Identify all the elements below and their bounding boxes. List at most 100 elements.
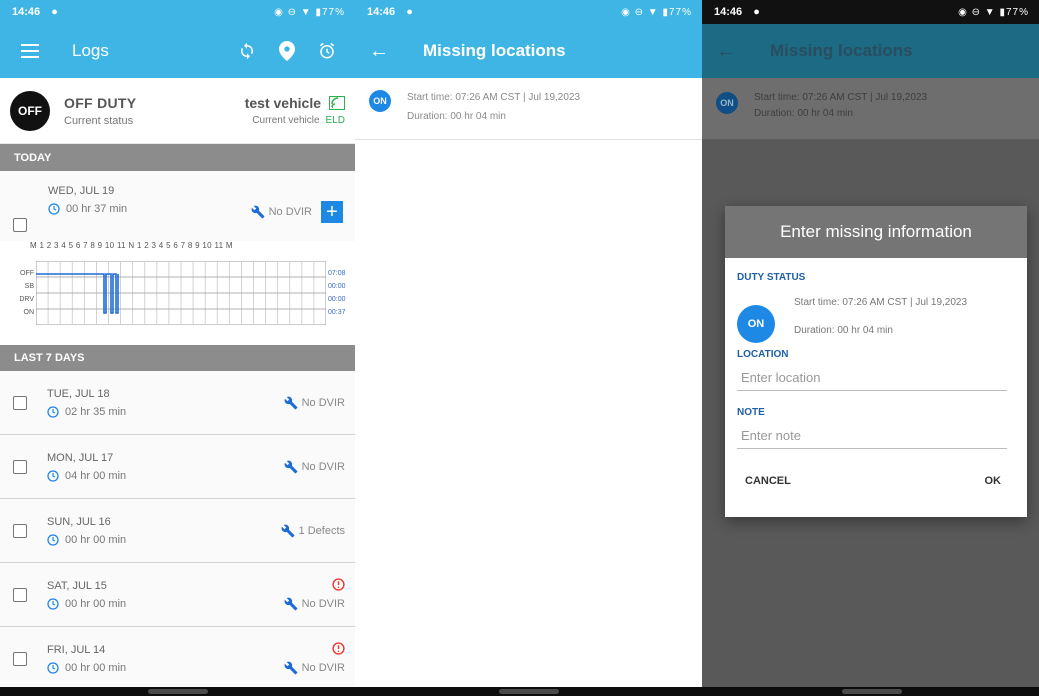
dialog-start-time: Start time: 07:26 AM CST | Jul 19,2023 [794, 297, 968, 308]
day-checkbox[interactable] [13, 459, 27, 474]
current-vehicle-value: test vehicle [244, 95, 321, 111]
grid-row-total: 00:00 [328, 296, 346, 303]
day-checkbox[interactable] [13, 523, 27, 538]
list-item[interactable]: FRI, JUL 14 00 hr 00 min No DVIR [0, 627, 355, 691]
status-bar: 14:46 ● ◉ ⊖ ▼ ▮77% [702, 0, 1039, 24]
day-log-list: TUE, JUL 18 02 hr 35 min No DVIR MON, JUL 1… [0, 371, 355, 691]
system-nav-bar [702, 687, 1039, 696]
today-checkbox[interactable] [13, 218, 27, 232]
list-item[interactable]: TUE, JUL 18 02 hr 35 min No DVIR [0, 371, 355, 435]
grid-row-total: 00:00 [328, 283, 346, 290]
location-input[interactable] [737, 364, 1007, 391]
missing-app-bar: ← Missing locations [355, 24, 702, 78]
day-date: MON, JUL 17 [47, 451, 114, 464]
day-duration: 00 hr 00 min [65, 597, 127, 610]
day-dvir[interactable]: No DVIR [284, 460, 345, 474]
back-arrow-icon: ← [716, 39, 736, 62]
today-dvir-text: No DVIR [268, 206, 312, 218]
status-time: 14:46 [714, 6, 743, 18]
day-date: SUN, JUL 16 [47, 515, 111, 528]
today-dvir[interactable]: No DVIR [251, 205, 312, 219]
page-title: Missing locations [423, 41, 566, 60]
home-indicator[interactable] [148, 689, 208, 694]
day-date: TUE, JUL 18 [47, 387, 110, 400]
grid-row-label: SB [24, 283, 34, 290]
day-duration: 00 hr 00 min [65, 661, 127, 674]
page-title: Missing locations [770, 41, 913, 60]
list-item[interactable]: SAT, JUL 15 00 hr 00 min No DVIR [0, 563, 355, 627]
duty-status-badge[interactable]: OFF [10, 90, 50, 131]
list-item[interactable]: MON, JUL 17 04 hr 00 min No DVIR [0, 435, 355, 499]
duration: Duration: 00 hr 04 min [407, 111, 506, 122]
hos-log-grid[interactable]: M 1 2 3 4 5 6 7 8 9 10 11 N 1 2 3 4 5 6 … [0, 241, 355, 345]
sync-status-icon: ● [406, 6, 413, 18]
current-status-value: OFF DUTY [64, 94, 137, 111]
system-nav-bar [355, 687, 702, 696]
status-icons: ◉ ⊖ ▼ ▮77% [621, 6, 692, 18]
duty-status-label: DUTY STATUS [737, 272, 806, 283]
add-dvir-button[interactable]: + [321, 201, 343, 223]
day-dvir[interactable]: No DVIR [284, 661, 345, 675]
day-checkbox[interactable] [13, 395, 27, 410]
ok-button[interactable]: OK [985, 475, 1002, 487]
day-dvir-text: No DVIR [301, 460, 345, 473]
note-input[interactable] [737, 422, 1007, 449]
wrench-icon [251, 205, 265, 219]
wrench-icon [284, 661, 298, 675]
page-title: Logs [72, 41, 109, 60]
missing-info-dialog-screen: 14:46 ● ◉ ⊖ ▼ ▮77% ← Missing locations O… [702, 0, 1039, 696]
day-dvir-text: No DVIR [301, 598, 345, 610]
day-dvir[interactable]: No DVIR [284, 396, 345, 410]
grid-row-totals: 07:08 00:00 00:00 00:37 [328, 267, 346, 319]
alarm-clock-icon[interactable] [313, 37, 341, 65]
grid-row-label: DRV [19, 296, 34, 303]
home-indicator[interactable] [499, 689, 559, 694]
status-time: 14:46 [367, 6, 396, 18]
duty-status-badge: ON [369, 90, 391, 112]
back-arrow-icon[interactable]: ← [369, 40, 389, 63]
menu-icon[interactable] [16, 37, 44, 65]
current-status-card[interactable]: OFF OFF DUTY Current status test vehicle… [0, 78, 355, 144]
location-pin-icon[interactable] [273, 37, 301, 65]
day-dvir-text: 1 Defects [298, 524, 345, 537]
current-vehicle-label: Current vehicle [252, 115, 320, 126]
grid-row-total: 07:08 [328, 270, 346, 277]
today-header: TODAY [0, 144, 355, 171]
sync-icon[interactable] [233, 37, 261, 65]
day-date: SAT, JUL 15 [47, 579, 107, 592]
status-icons: ◉ ⊖ ▼ ▮77% [274, 6, 345, 18]
location-label: LOCATION [737, 349, 789, 360]
cancel-button[interactable]: CANCEL [745, 475, 791, 487]
day-checkbox[interactable] [13, 651, 27, 666]
dialog-title: Enter missing information [725, 206, 1027, 258]
clock-icon [47, 597, 59, 610]
current-vehicle[interactable]: test vehicle Current vehicle ELD [245, 95, 345, 126]
status-bar: 14:46 ● ◉ ⊖ ▼ ▮77% [355, 0, 702, 24]
warning-icon [332, 578, 345, 591]
current-status-label: Current status [64, 114, 134, 127]
sync-status-icon: ● [753, 6, 760, 18]
list-item[interactable]: SUN, JUL 16 00 hr 00 min 1 Defects [0, 499, 355, 563]
grid-row-label: OFF [20, 270, 34, 277]
day-dvir[interactable]: 1 Defects [281, 524, 345, 538]
home-indicator[interactable] [842, 689, 902, 694]
missing-location-item[interactable]: ON Start time: 07:26 AM CST | Jul 19,202… [355, 78, 702, 140]
wrench-icon [281, 524, 294, 537]
day-dvir[interactable]: No DVIR [284, 597, 345, 611]
clock-icon [47, 405, 59, 418]
today-log-item[interactable]: WED, JUL 19 00 hr 37 min No DVIR + [0, 171, 355, 241]
battery-level: 77% [668, 6, 692, 18]
status-icons: ◉ ⊖ ▼ ▮77% [958, 6, 1029, 18]
day-duration: 04 hr 00 min [65, 469, 127, 482]
logs-screen: 14:46 ● ◉ ⊖ ▼ ▮77% Logs OFF OFF DUTY Cur… [0, 0, 355, 696]
grid-row-total: 00:37 [328, 309, 346, 316]
status-time: 14:46 [12, 6, 41, 18]
today-date: WED, JUL 19 [48, 185, 115, 197]
day-duration: 02 hr 35 min [65, 405, 127, 418]
grid-hour-labels: M 1 2 3 4 5 6 7 8 9 10 11 N 1 2 3 4 5 6 … [30, 241, 233, 250]
clock-icon [47, 661, 59, 674]
day-checkbox[interactable] [13, 587, 27, 602]
battery-level: 77% [1005, 6, 1029, 18]
sync-status-icon: ● [51, 6, 58, 18]
battery-level: 77% [321, 6, 345, 18]
